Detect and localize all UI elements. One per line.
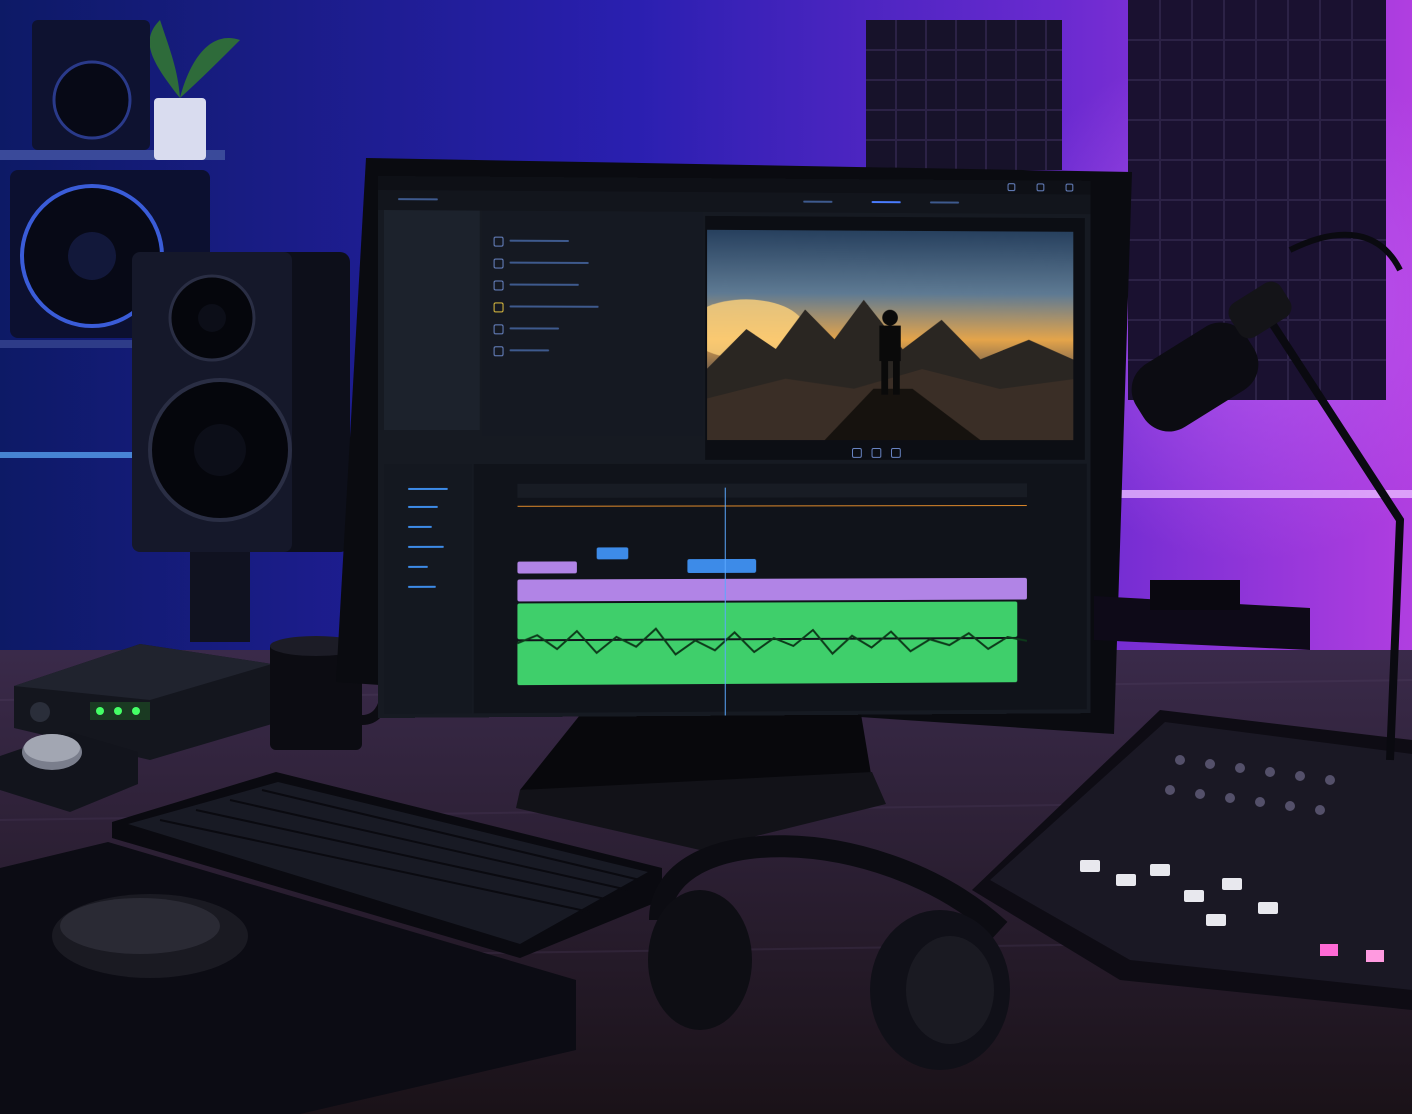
tab-indicator[interactable]	[397, 198, 438, 201]
folder-icon[interactable]	[493, 236, 504, 247]
bin-item[interactable]	[509, 239, 569, 242]
audio-clip-upper[interactable]	[517, 577, 1027, 602]
folder-icon[interactable]	[493, 346, 504, 357]
play-icon[interactable]	[871, 447, 882, 458]
audio-clip-upper[interactable]	[517, 561, 577, 574]
audio-meter	[407, 545, 444, 548]
folder-icon[interactable]	[493, 302, 504, 313]
minimize-icon[interactable]	[1007, 183, 1016, 192]
tab-indicator[interactable]	[929, 201, 960, 204]
bin-item[interactable]	[509, 261, 589, 264]
audio-meter	[407, 487, 448, 490]
step-forward-icon[interactable]	[891, 447, 901, 458]
video-editor-screen	[378, 176, 1091, 718]
audio-waveform	[517, 621, 1026, 663]
folder-icon[interactable]	[493, 280, 504, 291]
step-back-icon[interactable]	[852, 447, 862, 458]
video-clip[interactable]	[687, 558, 757, 574]
audio-meter	[407, 585, 436, 588]
bin-item[interactable]	[509, 283, 579, 286]
tab-indicator[interactable]	[803, 200, 833, 203]
audio-meter	[407, 525, 432, 528]
shelf-speaker	[32, 20, 150, 150]
timeline-ruler[interactable]	[517, 483, 1027, 498]
bin-item[interactable]	[509, 349, 550, 352]
project-bins-panel	[481, 210, 704, 437]
audio-meter	[407, 505, 438, 508]
bin-item[interactable]	[509, 305, 599, 308]
maximize-icon[interactable]	[1036, 183, 1045, 192]
folder-icon[interactable]	[493, 258, 504, 269]
mouse	[52, 894, 248, 978]
tab-indicator[interactable]	[871, 201, 901, 204]
timeline-playhead[interactable]	[724, 487, 726, 716]
folder-icon[interactable]	[493, 324, 504, 335]
program-viewer-frame	[707, 229, 1074, 441]
audio-meter	[407, 565, 428, 568]
effects-panel	[383, 210, 480, 431]
video-clip[interactable]	[596, 547, 629, 560]
mountain-scene-frame	[707, 299, 1074, 441]
close-icon[interactable]	[1065, 183, 1074, 192]
bin-item[interactable]	[509, 327, 560, 330]
tools-panel	[383, 463, 472, 714]
